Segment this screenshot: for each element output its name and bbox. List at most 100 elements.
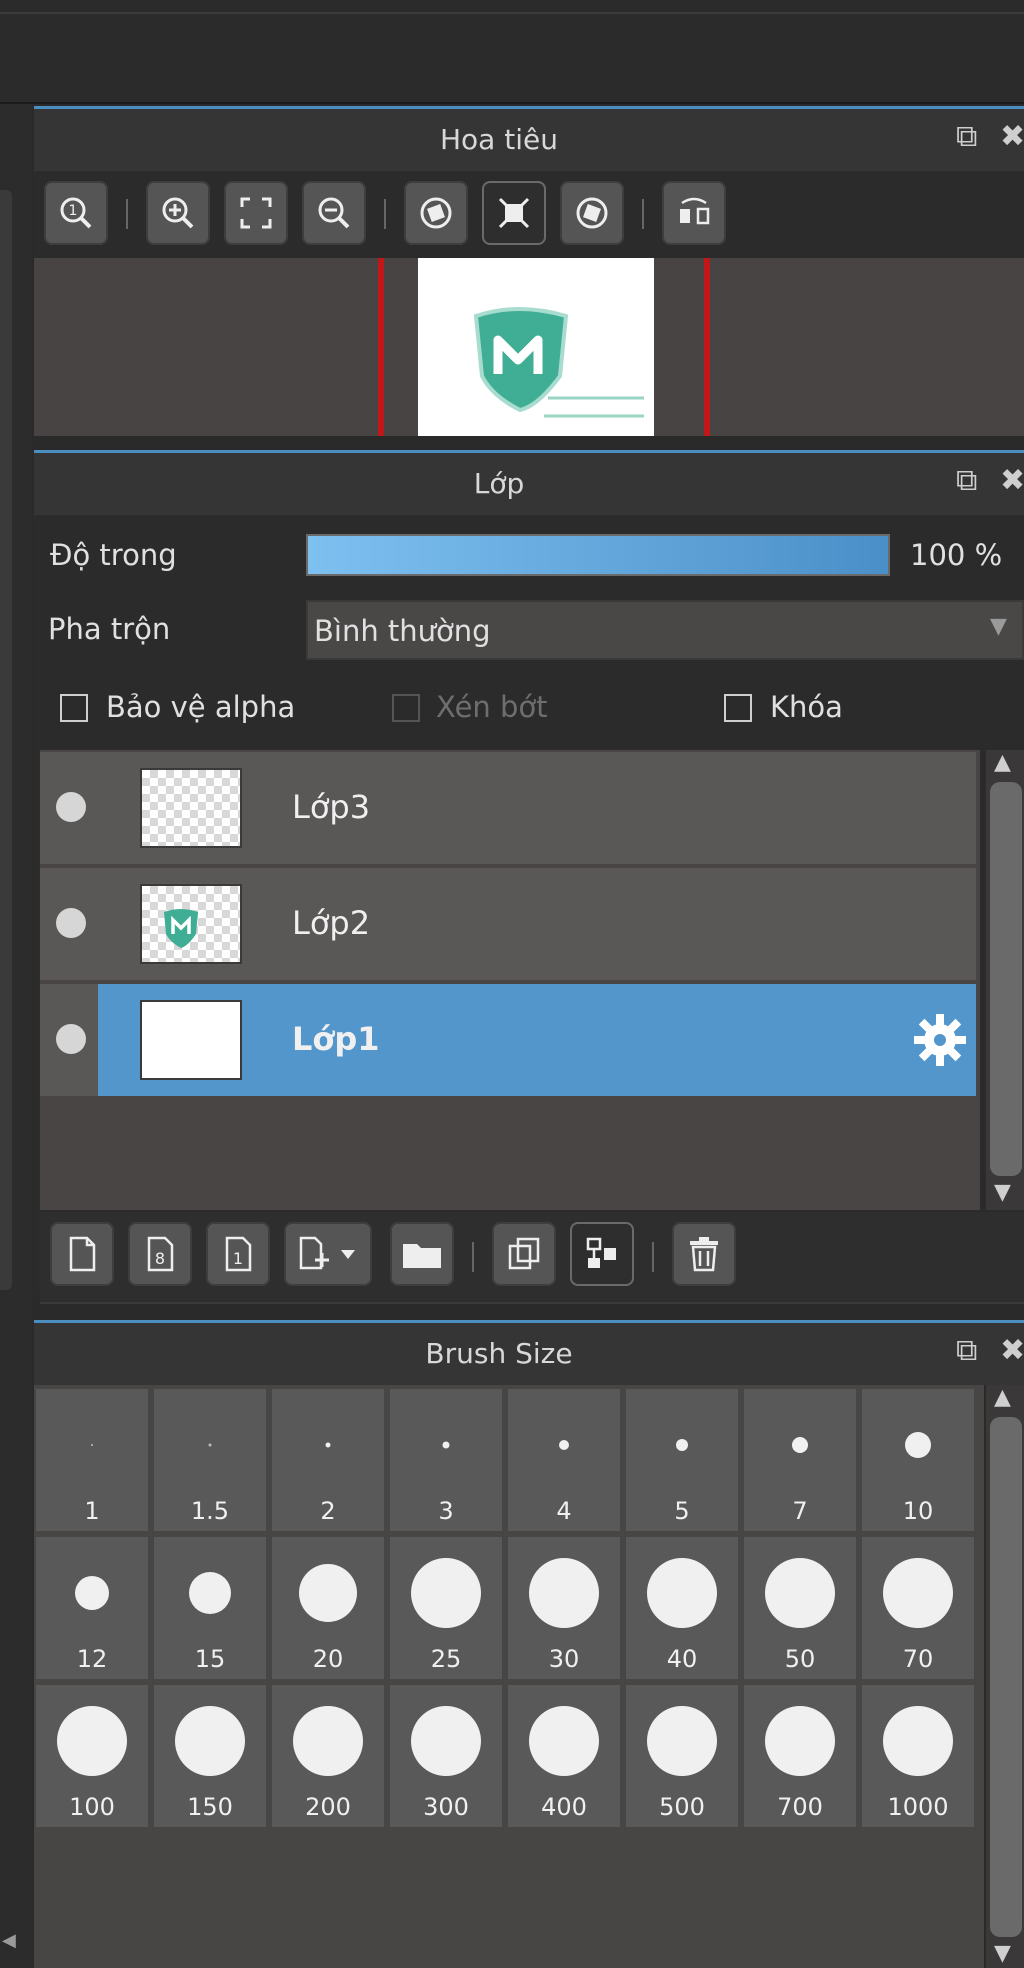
brush-size-500[interactable]: 500 — [626, 1685, 738, 1827]
brush-size-7[interactable]: 7 — [744, 1389, 856, 1531]
scroll-up-icon[interactable]: ▲ — [994, 1385, 1011, 1410]
scroll-down-icon[interactable]: ▼ — [994, 1180, 1011, 1205]
brush-size-700[interactable]: 700 — [744, 1685, 856, 1827]
brush-preview-dot — [411, 1558, 481, 1628]
close-icon[interactable]: ✖ — [1000, 463, 1024, 498]
new-8bit-layer-button[interactable]: 8 — [128, 1222, 192, 1286]
navigator-title: Hoa tiêu — [440, 123, 558, 156]
clipping-label: Xén bớt — [436, 690, 548, 724]
blend-mode-label: Pha trộn — [48, 612, 171, 646]
brush-preview-dot — [765, 1558, 835, 1628]
opacity-slider[interactable] — [306, 534, 890, 576]
scroll-thumb[interactable] — [990, 782, 1022, 1176]
opacity-value: 100 % — [910, 538, 1003, 572]
opacity-label: Độ trong — [50, 538, 177, 572]
popout-icon[interactable]: ⧉ — [956, 1333, 977, 1368]
close-icon[interactable]: ✖ — [1000, 1333, 1024, 1368]
blend-mode-select[interactable]: Bình thường ▼ — [306, 600, 1024, 660]
brush-size-1[interactable]: 1 — [36, 1389, 148, 1531]
toolbar-separator — [642, 199, 644, 229]
gear-icon[interactable] — [912, 1012, 968, 1072]
left-scroll-down-icon[interactable]: ◀ — [2, 1930, 16, 1951]
brush-size-300[interactable]: 300 — [390, 1685, 502, 1827]
brush-size-25[interactable]: 25 — [390, 1537, 502, 1679]
brush-size-40[interactable]: 40 — [626, 1537, 738, 1679]
brush-size-50[interactable]: 50 — [744, 1537, 856, 1679]
rotate-right-button[interactable] — [560, 181, 624, 245]
brush-size-title: Brush Size — [425, 1337, 573, 1370]
zoom-out-button[interactable] — [302, 181, 366, 245]
folder-icon — [403, 1244, 441, 1268]
brush-size-4[interactable]: 4 — [508, 1389, 620, 1531]
flip-horizontal-icon — [680, 197, 710, 225]
rotate-left-button[interactable] — [404, 181, 468, 245]
merge-down-button[interactable] — [570, 1222, 634, 1286]
flip-horizontal-button[interactable] — [662, 181, 726, 245]
brush-preview-dot — [765, 1706, 835, 1776]
scroll-up-icon[interactable]: ▲ — [994, 750, 1011, 775]
brush-size-label: 50 — [784, 1645, 816, 1673]
scroll-thumb[interactable] — [990, 1417, 1022, 1937]
brush-size-10[interactable]: 10 — [862, 1389, 974, 1531]
close-icon[interactable]: ✖ — [1000, 119, 1024, 154]
brush-preview-dot — [75, 1576, 109, 1610]
popout-icon[interactable]: ⧉ — [956, 463, 977, 498]
layer-thumbnail — [140, 768, 242, 848]
protect-alpha-checkbox[interactable] — [60, 694, 88, 722]
chevron-down-icon: ▼ — [990, 614, 1007, 639]
fit-screen-button[interactable] — [224, 181, 288, 245]
brush-size-1-5[interactable]: 1.5 — [154, 1389, 266, 1531]
toolbar-separator — [472, 1242, 474, 1272]
layer-row-2[interactable]: Lớp2 — [40, 868, 976, 980]
brush-size-200[interactable]: 200 — [272, 1685, 384, 1827]
new-folder-button[interactable] — [390, 1222, 454, 1286]
new-layer-button[interactable] — [50, 1222, 114, 1286]
brush-size-3[interactable]: 3 — [390, 1389, 502, 1531]
brush-size-scrollbar[interactable]: ▲ ▼ — [986, 1385, 1024, 1968]
visibility-dot-icon[interactable] — [56, 1024, 86, 1054]
visibility-dot-icon[interactable] — [56, 908, 86, 938]
layer-row-3[interactable]: Lớp3 — [40, 752, 976, 864]
navigator-frame-right — [704, 258, 710, 436]
rotate-right-icon — [576, 197, 608, 229]
delete-layer-button[interactable] — [672, 1222, 736, 1286]
brush-size-100[interactable]: 100 — [36, 1685, 148, 1827]
add-layer-dropdown-button[interactable] — [284, 1222, 372, 1286]
visibility-dot-icon[interactable] — [56, 792, 86, 822]
zoom-in-button[interactable] — [146, 181, 210, 245]
brush-size-2[interactable]: 2 — [272, 1389, 384, 1531]
brush-size-30[interactable]: 30 — [508, 1537, 620, 1679]
left-scrollbar[interactable] — [0, 190, 12, 1290]
duplicate-layer-button[interactable] — [492, 1222, 556, 1286]
brush-preview-dot — [175, 1706, 245, 1776]
brush-size-12[interactable]: 12 — [36, 1537, 148, 1679]
shield-logo-icon — [473, 307, 644, 418]
brush-size-1000[interactable]: 1000 — [862, 1685, 974, 1827]
brush-size-5[interactable]: 5 — [626, 1389, 738, 1531]
brush-size-label: 2 — [320, 1497, 336, 1525]
brush-size-label: 700 — [777, 1793, 823, 1821]
lock-checkbox[interactable] — [724, 694, 752, 722]
layer-thumbnail — [140, 884, 242, 964]
navigator-title-bar: Hoa tiêu ⧉ ✖ — [34, 106, 1024, 171]
lock-label: Khóa — [770, 690, 843, 724]
popout-icon[interactable]: ⧉ — [956, 119, 977, 154]
brush-size-400[interactable]: 400 — [508, 1685, 620, 1827]
merge-down-icon — [586, 1237, 616, 1268]
svg-text:1: 1 — [233, 1249, 243, 1268]
navigator-canvas-thumbnail — [418, 258, 654, 436]
brush-size-20[interactable]: 20 — [272, 1537, 384, 1679]
reset-rotation-button[interactable] — [482, 181, 546, 245]
brush-size-150[interactable]: 150 — [154, 1685, 266, 1827]
brush-size-15[interactable]: 15 — [154, 1537, 266, 1679]
layer-scrollbar[interactable]: ▲ ▼ — [986, 750, 1024, 1210]
layer-toolbar: 8 1 — [40, 1212, 1024, 1304]
brush-size-label: 1.5 — [190, 1497, 230, 1525]
brush-preview-dot — [293, 1706, 363, 1776]
zoom-actual-button[interactable]: 1 — [44, 181, 108, 245]
brush-size-70[interactable]: 70 — [862, 1537, 974, 1679]
new-1bit-layer-button[interactable]: 1 — [206, 1222, 270, 1286]
scroll-down-icon[interactable]: ▼ — [994, 1941, 1011, 1966]
layer-row-1[interactable]: Lớp1 — [40, 984, 976, 1096]
layers-title: Lớp — [473, 467, 525, 500]
